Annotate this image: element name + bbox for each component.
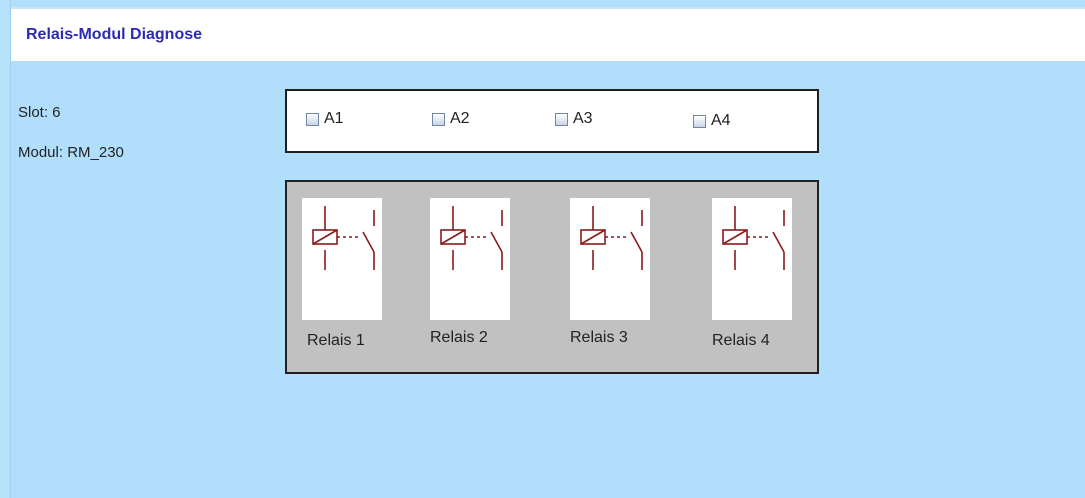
modul-info: Modul: RM_230 [18,144,124,161]
relay-label-4: Relais 4 [712,332,770,349]
relay-card-4 [712,198,792,320]
header-bar: Relais-Modul Diagnose [11,7,1085,61]
slot-info: Slot: 6 [18,104,61,121]
page-title: Relais-Modul Diagnose [26,26,203,43]
checkbox-box[interactable] [432,112,445,126]
checkbox-label: A1 [324,110,344,127]
relay-label-3: Relais 3 [570,329,628,346]
relay-label-1: Relais 1 [307,332,365,349]
relay-label-2: Relais 2 [430,329,488,346]
checkbox-a4[interactable]: A4 [693,112,731,130]
checkbox-label: A2 [450,110,470,127]
checkbox-box[interactable] [306,112,319,126]
checkbox-box[interactable] [693,114,706,128]
checkbox-a2[interactable]: A2 [432,110,470,128]
relay-panel: Relais 1 Relais 2 Relais 3 Relais 4 [285,180,819,374]
diagnosis-window: Relais-Modul Diagnose Slot: 6 Modul: RM_… [0,0,1085,498]
output-checkbox-panel: A1 A2 A3 A4 [285,89,819,153]
relay-card-2 [430,198,510,320]
checkbox-label: A4 [711,112,731,129]
checkbox-a1[interactable]: A1 [306,110,344,128]
left-border [0,0,11,498]
checkbox-box[interactable] [555,112,568,126]
relay-card-1 [302,198,382,320]
checkbox-label: A3 [573,110,593,127]
checkbox-a3[interactable]: A3 [555,110,593,128]
relay-card-3 [570,198,650,320]
